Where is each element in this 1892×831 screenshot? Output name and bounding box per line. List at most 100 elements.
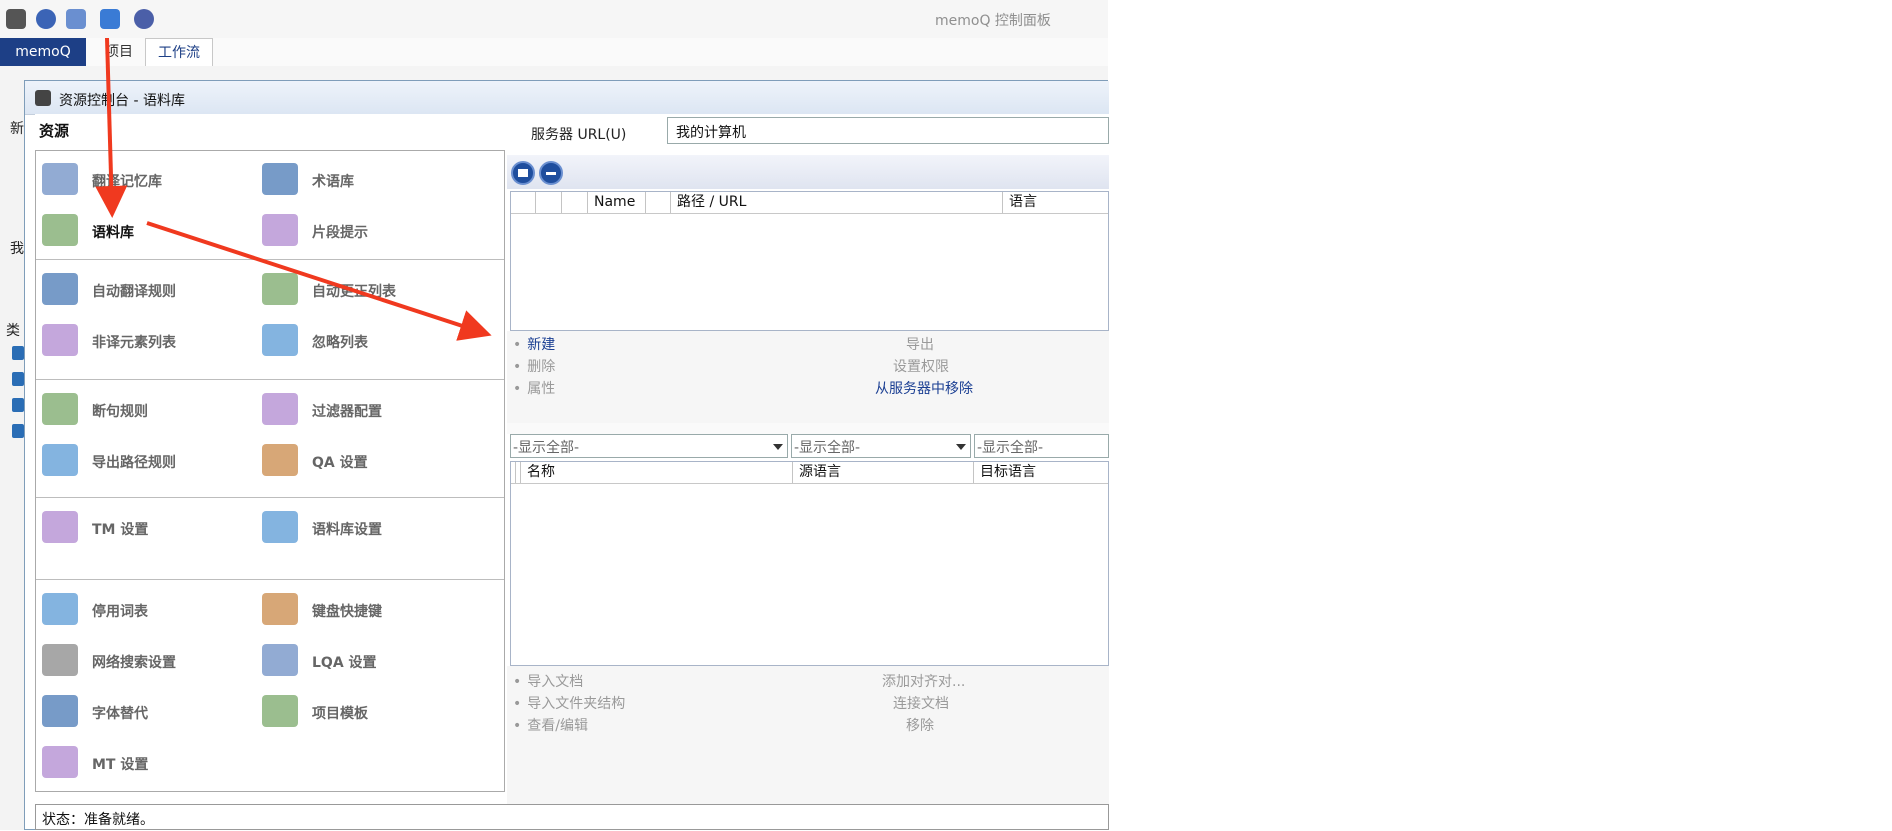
import-folder-structure-link-label: 导入文件夹结构 xyxy=(527,696,626,712)
stop-words-icon xyxy=(42,593,78,625)
filter-dropdown-target-language[interactable]: -显示全部- xyxy=(974,434,1109,458)
tab-workflow[interactable]: 工作流 xyxy=(145,38,213,67)
group-separator xyxy=(36,497,504,498)
resource-item[interactable]: 语料库设置 xyxy=(262,509,472,545)
status-text: 状态：准备就绪。 xyxy=(42,812,154,828)
font-substitution-icon xyxy=(42,695,78,727)
resource-item[interactable]: 断句规则 xyxy=(42,391,252,427)
ribbon-body xyxy=(0,66,1108,80)
remove-link-label: 移除 xyxy=(906,718,934,734)
segmentation-rules-icon xyxy=(42,393,78,425)
translation-memory-icon xyxy=(42,163,78,195)
memoq-logo-icon[interactable] xyxy=(6,9,26,29)
pane-splitter[interactable] xyxy=(507,423,1109,434)
resources-pane: 资源 翻译记忆库 术语库 语料库 片段提示 自动翻译规则 自动更正列表 非译元素列表 忽略列表… xyxy=(35,114,507,831)
server-url-input[interactable]: 我的计算机 xyxy=(667,117,1109,144)
autocorrect-icon xyxy=(262,273,298,305)
resource-item[interactable]: 导出路径规则 xyxy=(42,442,252,478)
corpus-actions: • 新建 • 删除 • 属性 导出 设置权限 从服务器中移除 xyxy=(507,331,1109,423)
filter-config-icon xyxy=(262,393,298,425)
resource-item[interactable]: 片段提示 xyxy=(262,212,472,248)
resource-item-label: 停用词表 xyxy=(92,604,148,620)
export-link[interactable]: 导出 xyxy=(906,334,934,354)
corpus-toolbar xyxy=(507,155,1109,189)
set-permissions-link[interactable]: 设置权限 xyxy=(893,356,949,376)
resource-item[interactable]: 自动翻译规则 xyxy=(42,271,252,307)
document-grid[interactable]: 名称 源语言 目标语言 xyxy=(510,461,1109,666)
resource-item[interactable]: 非译元素列表 xyxy=(42,322,252,358)
settings-gear-icon[interactable] xyxy=(134,9,154,29)
resource-item[interactable]: 语料库 xyxy=(42,212,252,248)
remove-link[interactable]: 移除 xyxy=(906,715,934,735)
muses-icon xyxy=(262,214,298,246)
resource-console-dialog: 资源控制台 - 语料库 资源 翻译记忆库 术语库 语料库 片段提示 自动翻译规则 自动更正… xyxy=(24,80,1109,831)
left-strip-text: 类 xyxy=(6,323,20,339)
resource-item-label: 忽略列表 xyxy=(312,335,368,351)
tab-project[interactable]: 项目 xyxy=(95,38,143,66)
livedocs-corpus-icon xyxy=(42,214,78,246)
resource-item[interactable]: 键盘快捷键 xyxy=(262,591,472,627)
main-window-left-strip: 新 我 类 xyxy=(0,80,25,830)
resource-item[interactable]: QA 设置 xyxy=(262,442,472,478)
resource-item[interactable]: 术语库 xyxy=(262,161,472,197)
new-link[interactable]: • 新建 xyxy=(513,334,555,354)
column-header-blank[interactable] xyxy=(561,192,587,213)
help-icon[interactable] xyxy=(36,9,56,29)
corpus-grid[interactable]: Name 路径 / URL 语言 xyxy=(510,191,1109,331)
remove-from-server-link[interactable]: 从服务器中移除 xyxy=(875,378,973,398)
column-header-name[interactable]: Name xyxy=(587,192,645,213)
list-item-icon xyxy=(12,372,24,386)
resource-item[interactable]: 停用词表 xyxy=(42,591,252,627)
resource-item[interactable]: 忽略列表 xyxy=(262,322,472,358)
properties-link[interactable]: • 属性 xyxy=(513,378,555,398)
filter-icon[interactable] xyxy=(511,161,535,185)
resource-item[interactable]: 自动更正列表 xyxy=(262,271,472,307)
resource-item[interactable]: 项目模板 xyxy=(262,693,472,729)
resource-item-label: 导出路径规则 xyxy=(92,455,176,471)
resource-item-label: 片段提示 xyxy=(312,225,368,241)
mt-settings-icon xyxy=(42,746,78,778)
resource-item[interactable]: 字体替代 xyxy=(42,693,252,729)
export-path-icon xyxy=(42,444,78,476)
resource-item-label: 项目模板 xyxy=(312,706,368,722)
view-edit-link[interactable]: • 查看/编辑 xyxy=(513,715,588,735)
clear-filter-icon[interactable] xyxy=(539,161,563,185)
export-link-label: 导出 xyxy=(906,337,934,353)
database-icon[interactable] xyxy=(100,9,120,29)
column-header-blank[interactable] xyxy=(535,192,561,213)
delete-link-label: 删除 xyxy=(527,359,556,375)
link-document-link[interactable]: 连接文档 xyxy=(893,693,949,713)
resource-item-label: 翻译记忆库 xyxy=(92,174,162,190)
resource-item[interactable]: 翻译记忆库 xyxy=(42,161,252,197)
chevron-down-icon xyxy=(773,444,783,450)
filter-dropdown-value: -显示全部- xyxy=(794,440,861,456)
column-header-language[interactable]: 语言 xyxy=(1002,192,1108,213)
add-alignment-pair-link[interactable]: 添加对齐对... xyxy=(882,671,965,691)
filter-dropdown-source-language[interactable]: -显示全部- xyxy=(791,434,971,458)
resource-item[interactable]: 网络搜索设置 xyxy=(42,642,252,678)
resource-item-label: 自动更正列表 xyxy=(312,284,396,300)
import-folder-structure-link[interactable]: • 导入文件夹结构 xyxy=(513,693,625,713)
resource-item[interactable]: MT 设置 xyxy=(42,744,252,780)
column-header-doc-name[interactable]: 名称 xyxy=(520,462,792,483)
filter-dropdown-name[interactable]: -显示全部- xyxy=(510,434,788,458)
resource-item[interactable]: LQA 设置 xyxy=(262,642,472,678)
tab-memoq[interactable]: memoQ xyxy=(0,38,86,66)
list-item-icon xyxy=(12,424,24,438)
network-icon[interactable] xyxy=(66,9,86,29)
tm-settings-icon xyxy=(42,511,78,543)
chevron-down-icon xyxy=(956,444,966,450)
import-document-link[interactable]: • 导入文档 xyxy=(513,671,583,691)
filter-dropdown-value: -显示全部- xyxy=(513,440,580,456)
delete-link[interactable]: • 删除 xyxy=(513,356,555,376)
resource-item-label: LQA 设置 xyxy=(312,655,377,671)
column-header-source-language[interactable]: 源语言 xyxy=(792,462,973,483)
dialog-titlebar[interactable]: 资源控制台 - 语料库 xyxy=(25,81,1109,115)
column-header-target-language[interactable]: 目标语言 xyxy=(973,462,1108,483)
set-permissions-link-label: 设置权限 xyxy=(893,359,949,375)
resource-item[interactable]: 过滤器配置 xyxy=(262,391,472,427)
dialog-title: 资源控制台 - 语料库 xyxy=(59,93,185,109)
resource-item[interactable]: TM 设置 xyxy=(42,509,252,545)
column-header-path[interactable]: 路径 / URL xyxy=(670,192,1002,213)
column-header-blank[interactable] xyxy=(645,192,670,213)
